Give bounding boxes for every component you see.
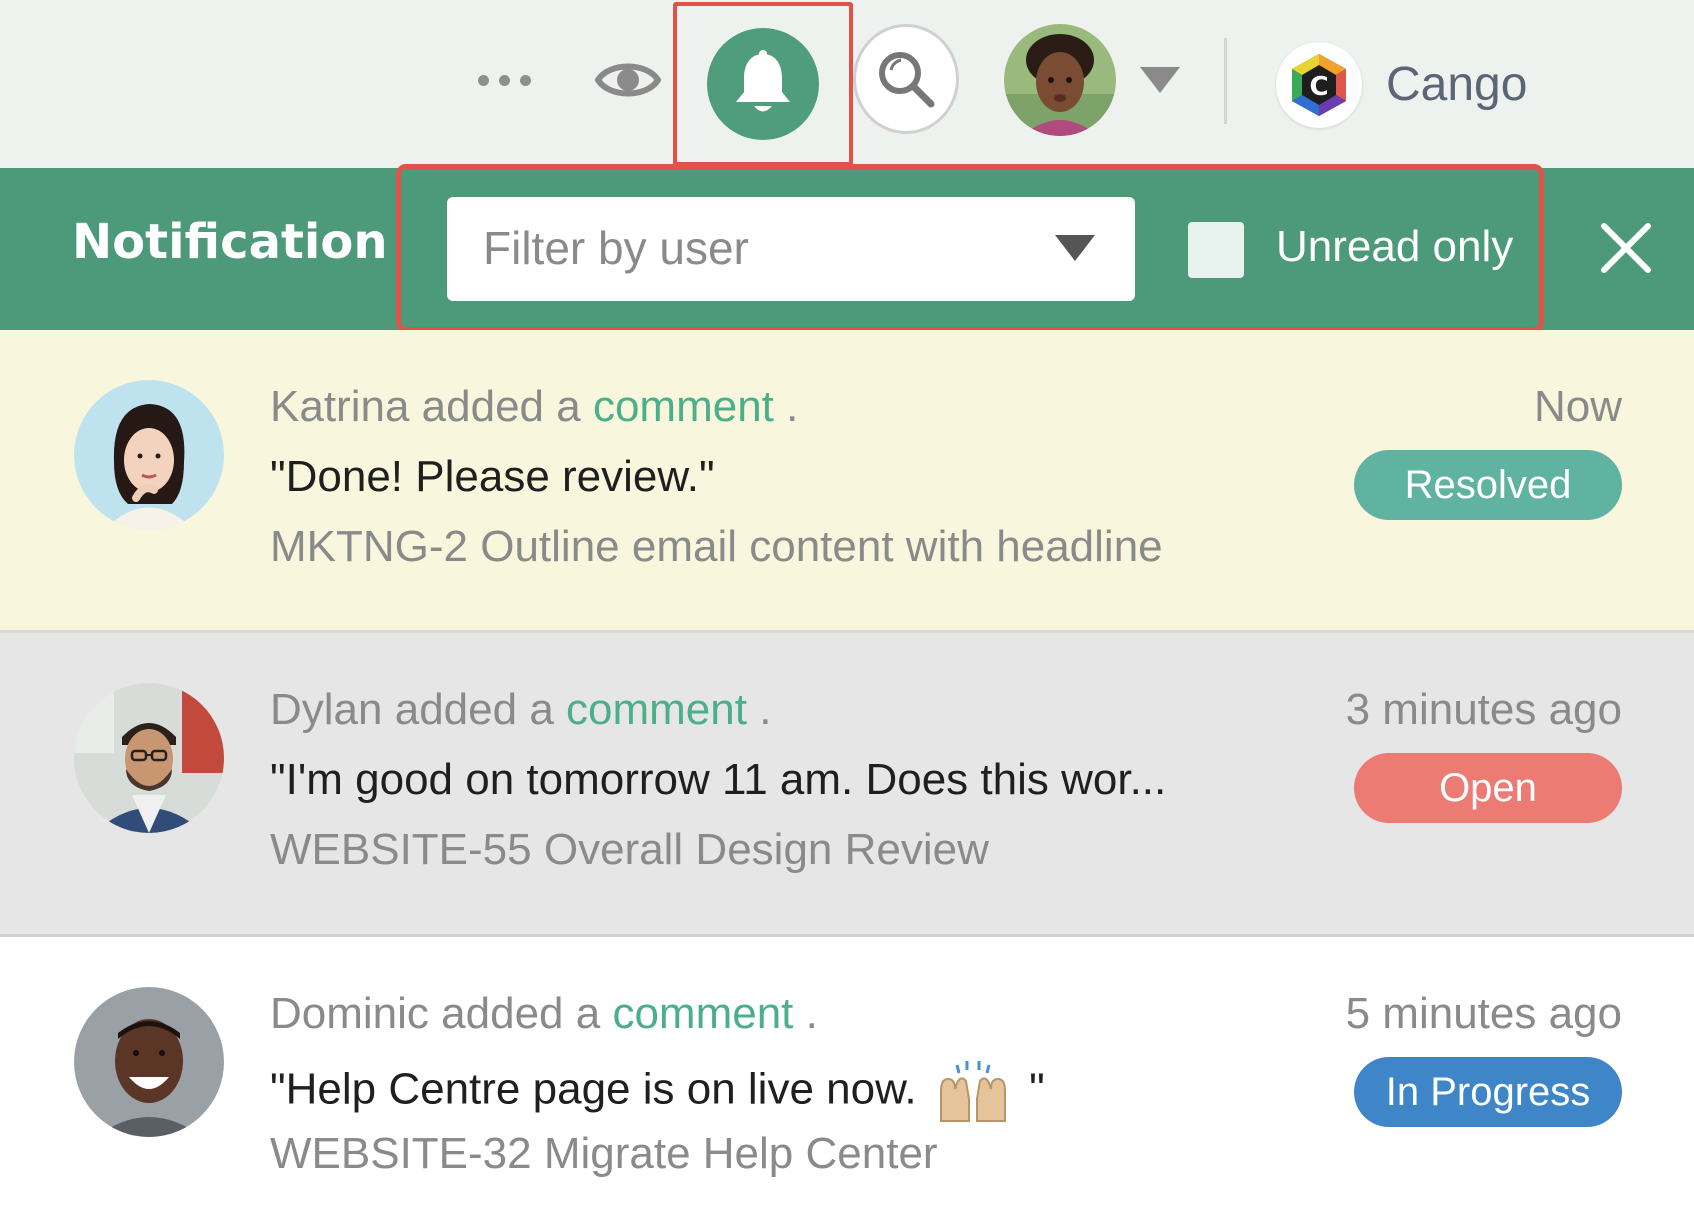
comment-text: "I'm good on tomorrow 11 am. Does this w… <box>270 755 1166 805</box>
unread-only-label[interactable]: Unread only <box>1276 222 1513 272</box>
activity-line: Dominic added a comment . <box>270 989 818 1039</box>
avatar[interactable] <box>1004 24 1116 136</box>
notification-item[interactable]: Dylan added a comment . "I'm good on tom… <box>0 633 1694 937</box>
separator <box>1224 38 1227 124</box>
brand-logo[interactable]: C <box>1276 42 1362 128</box>
filter-by-user-select[interactable]: Filter by user <box>447 197 1135 301</box>
user-name: Dominic <box>270 989 429 1038</box>
eye-icon[interactable] <box>594 48 662 112</box>
status-badge: In Progress <box>1354 1057 1622 1127</box>
avatar[interactable] <box>74 380 224 530</box>
notification-header: Notification Filter by user Unread only <box>0 168 1694 330</box>
timestamp: Now <box>1534 382 1622 432</box>
user-name: Katrina <box>270 382 409 431</box>
comment-text: "Done! Please review." <box>270 452 715 502</box>
comment-link[interactable]: comment <box>566 685 747 734</box>
task-link[interactable]: WEBSITE-32 Migrate Help Center <box>270 1129 938 1179</box>
timestamp: 3 minutes ago <box>1346 685 1622 735</box>
action-text: added a <box>422 382 581 431</box>
unread-only-checkbox[interactable] <box>1188 222 1244 278</box>
suffix-text: . <box>759 685 771 734</box>
comment-link[interactable]: comment <box>593 382 774 431</box>
panel-title: Notification <box>72 214 388 270</box>
filter-placeholder: Filter by user <box>483 221 749 275</box>
comment-link[interactable]: comment <box>612 989 793 1038</box>
user-name: Dylan <box>270 685 383 734</box>
notifications-highlight <box>673 2 853 166</box>
status-badge: Resolved <box>1354 450 1622 520</box>
notification-item[interactable]: Dominic added a comment . "Help Centre p… <box>0 937 1694 1212</box>
caret-down-icon[interactable] <box>1137 62 1183 98</box>
action-text: added a <box>441 989 600 1038</box>
task-link[interactable]: WEBSITE-55 Overall Design Review <box>270 825 989 875</box>
top-bar: C Cango <box>0 0 1694 168</box>
avatar[interactable] <box>74 987 224 1137</box>
raised-hands-icon <box>935 1059 1011 1125</box>
comment-text-start: "Help Centre page is on live now. <box>270 1065 917 1114</box>
bell-icon[interactable] <box>707 28 819 140</box>
grid-icon[interactable] <box>1586 54 1644 112</box>
status-badge: Open <box>1354 753 1622 823</box>
activity-line: Katrina added a comment . <box>270 382 798 432</box>
comment-text-end: " <box>1029 1065 1045 1114</box>
svg-text:C: C <box>1309 72 1328 102</box>
brand-name[interactable]: Cango <box>1386 48 1527 120</box>
comment-text: "Help Centre page is on live now. " <box>270 1059 1045 1125</box>
activity-line: Dylan added a comment . <box>270 685 771 735</box>
timestamp: 5 minutes ago <box>1346 989 1622 1039</box>
chevron-down-icon <box>1053 233 1097 263</box>
close-icon[interactable] <box>1598 220 1654 276</box>
search-icon[interactable] <box>853 24 959 134</box>
action-text: added a <box>395 685 554 734</box>
suffix-text: . <box>786 382 798 431</box>
more-horizontal-icon[interactable] <box>468 56 540 104</box>
avatar[interactable] <box>74 683 224 833</box>
notification-item[interactable]: Katrina added a comment . "Done! Please … <box>0 330 1694 633</box>
suffix-text: . <box>806 989 818 1038</box>
task-link[interactable]: MKTNG-2 Outline email content with headl… <box>270 522 1163 572</box>
